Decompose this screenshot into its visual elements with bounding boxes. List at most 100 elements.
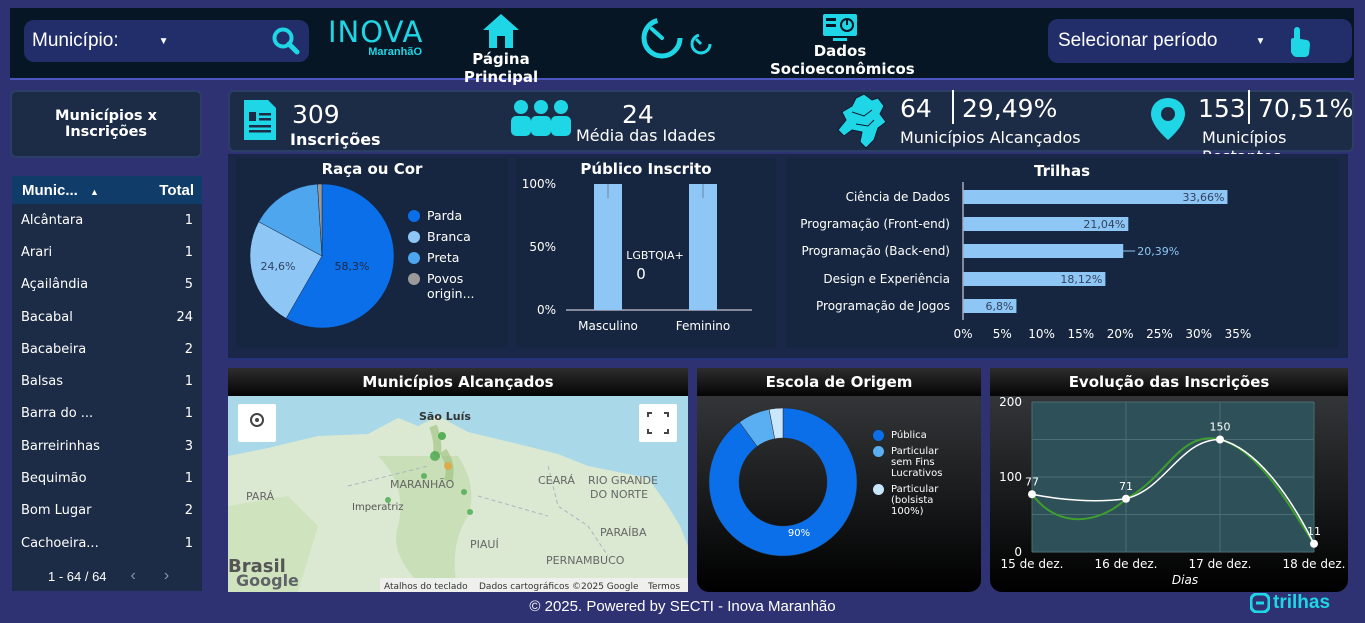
people-group-icon bbox=[511, 100, 571, 136]
locate-button[interactable] bbox=[238, 404, 276, 442]
socio-label-line1: Dados bbox=[813, 42, 867, 60]
table-row[interactable]: Bom Lugar 2 bbox=[12, 495, 202, 527]
municipio-select-label: Município: bbox=[32, 30, 119, 51]
trilhas-logo-text: trilhas bbox=[1273, 592, 1331, 613]
legend-item: Parda bbox=[408, 208, 475, 223]
sort-asc-icon: ▲ bbox=[90, 186, 99, 197]
trilhas-panel: Trilhas Ciência de Dados 33,66% Programaçã… bbox=[786, 158, 1338, 348]
x-tick-label: 35% bbox=[1225, 327, 1252, 341]
row-total: 3 bbox=[184, 438, 193, 454]
map-terms-link[interactable]: Termos bbox=[647, 582, 680, 592]
data-point[interactable] bbox=[1310, 539, 1318, 548]
row-municipio: Alcântara bbox=[21, 212, 84, 228]
table-row[interactable]: Barreirinhas 3 bbox=[12, 430, 202, 462]
inscricoes-label: Inscrições bbox=[290, 130, 381, 149]
x-axis-title: Dias bbox=[1172, 573, 1198, 587]
footer-text: © 2025. Powered by SECTI - Inova Maranhã… bbox=[529, 598, 836, 615]
raca-title: Raça ou Cor bbox=[321, 160, 423, 178]
map-view[interactable]: São Luís MARANHÃO CEARÁ RIO GRANDE DO NO… bbox=[228, 396, 688, 592]
table-row[interactable]: Açailândia 5 bbox=[12, 269, 202, 301]
alcancados-value: 64 bbox=[900, 94, 932, 123]
alcancados-pct: 29,49% bbox=[962, 94, 1058, 123]
monitor-chart-icon bbox=[823, 14, 857, 41]
x-tick-label: 25% bbox=[1146, 327, 1173, 341]
map-label: PARAÍBA bbox=[600, 526, 647, 539]
municipios-inscricoes-button[interactable]: Municípios x Inscrições bbox=[10, 90, 202, 158]
socioeconomic-nav-button[interactable]: Dados Socioeconômicos bbox=[770, 12, 915, 78]
document-icon bbox=[244, 100, 276, 140]
home-nav-button[interactable]: Página Principal bbox=[436, 12, 566, 86]
trilhas-bar-chart[interactable]: Ciência de Dados 33,66% Programação (Front… bbox=[786, 158, 1338, 348]
y-tick-label: 50% bbox=[529, 240, 556, 254]
row-municipio: Bacabeira bbox=[21, 341, 87, 357]
search-icon[interactable] bbox=[271, 26, 301, 56]
data-label: 11 bbox=[1307, 525, 1321, 538]
legend-item-continued: (bolsista bbox=[891, 495, 934, 506]
kpi-bar: 309 Inscrições 24 Média das Idades 64 29… bbox=[228, 90, 1354, 166]
map-attribution-link[interactable]: Atalhos do teclado bbox=[384, 582, 468, 592]
data-point[interactable] bbox=[1122, 494, 1130, 503]
column-header-total[interactable]: Total bbox=[159, 182, 194, 199]
row-municipio: Bequimão bbox=[21, 471, 87, 487]
bar-value-label: 6,8% bbox=[985, 300, 1013, 313]
municipio-select[interactable]: Município: ▼ bbox=[24, 20, 309, 62]
location-pin-icon bbox=[1151, 98, 1185, 140]
map-label: RIO GRANDE bbox=[588, 474, 658, 487]
raca-pie-chart[interactable]: 58,3% 24,6% bbox=[244, 180, 404, 330]
map-label: PIAUÍ bbox=[470, 538, 499, 551]
pie-label: 24,6% bbox=[261, 260, 296, 273]
mapa-title: Municípios Alcançados bbox=[228, 368, 688, 396]
legend-item-continued: 100%) bbox=[891, 506, 924, 517]
y-tick-label: Programação (Back-end) bbox=[801, 244, 950, 258]
table-row[interactable]: Bacabeira 2 bbox=[12, 333, 202, 365]
table-header: Munic... ▲ Total bbox=[12, 176, 202, 204]
table-row[interactable]: Balsas 1 bbox=[12, 365, 202, 397]
publico-panel: Público Inscrito 100% 50% 0% Masculino Femin… bbox=[516, 158, 776, 348]
legend-item-continued: sem Fins bbox=[891, 457, 935, 468]
y-tick-label: Programação (Front-end) bbox=[800, 217, 950, 231]
row-municipio: Bom Lugar bbox=[21, 503, 92, 519]
alcancados-label: Municípios Alcançados bbox=[900, 128, 1081, 147]
column-header-municipio[interactable]: Munic... ▲ bbox=[22, 182, 99, 199]
x-tick-label: 5% bbox=[993, 327, 1012, 341]
row-total: 1 bbox=[184, 535, 193, 551]
x-tick-label: 17 de dez. bbox=[1188, 557, 1251, 571]
row-total: 2 bbox=[184, 503, 193, 519]
table-row[interactable]: Cachoeira... 1 bbox=[12, 527, 202, 559]
pagination-text: 1 - 64 / 64 bbox=[48, 568, 107, 584]
table-row[interactable]: Arari 1 bbox=[12, 236, 202, 268]
period-select[interactable]: Selecionar período ▼ bbox=[1048, 19, 1352, 63]
bar[interactable] bbox=[963, 244, 1124, 258]
fullscreen-button[interactable] bbox=[639, 404, 677, 442]
municipios-inscricoes-label: Municípios x Inscrições bbox=[55, 108, 157, 140]
chevron-right-icon[interactable]: › bbox=[164, 567, 169, 585]
table-row[interactable]: Alcântara 1 bbox=[12, 204, 202, 236]
table-row[interactable]: Bequimão 1 bbox=[12, 462, 202, 494]
bar-value-label: 20,39% bbox=[1137, 245, 1179, 258]
map-label: PERNAMBUCO bbox=[546, 554, 625, 567]
municipios-table: Munic... ▲ Total Alcântara 1 Arari 1 Açailân… bbox=[12, 176, 202, 591]
chevron-left-icon[interactable]: ‹ bbox=[131, 567, 136, 585]
evolucao-line-chart[interactable]: 20010007715 de dez.7116 de dez.15017 de … bbox=[990, 368, 1348, 592]
table-row[interactable]: Barra do ... 1 bbox=[12, 398, 202, 430]
data-point[interactable] bbox=[1216, 435, 1224, 444]
publico-bar-chart[interactable]: 100% 50% 0% Masculino Feminino LGBTQIA+ 0 bbox=[516, 158, 776, 348]
x-tick-label: 18 de dez. bbox=[1282, 557, 1345, 571]
row-municipio: Bacabal bbox=[21, 309, 73, 325]
bar[interactable] bbox=[689, 184, 717, 310]
bar[interactable] bbox=[594, 184, 622, 310]
escola-donut-chart[interactable]: 90% bbox=[705, 404, 861, 560]
bar-value-label: 18,12% bbox=[1060, 273, 1102, 286]
row-total: 1 bbox=[184, 244, 193, 260]
data-label: 71 bbox=[1119, 480, 1133, 493]
y-tick-label: Programação de Jogos bbox=[816, 299, 950, 313]
dashboard-gauge-icon[interactable] bbox=[638, 16, 716, 62]
chevron-down-icon: ▼ bbox=[158, 35, 169, 47]
kpi-divider bbox=[1248, 90, 1250, 124]
y-tick-label: 100 bbox=[999, 470, 1022, 484]
y-tick-label: 0% bbox=[537, 303, 556, 317]
table-row[interactable]: Bacabal 24 bbox=[12, 301, 202, 333]
bar-value-label: 33,66% bbox=[1183, 191, 1225, 204]
row-total: 24 bbox=[176, 309, 193, 325]
data-point[interactable] bbox=[1028, 490, 1036, 499]
